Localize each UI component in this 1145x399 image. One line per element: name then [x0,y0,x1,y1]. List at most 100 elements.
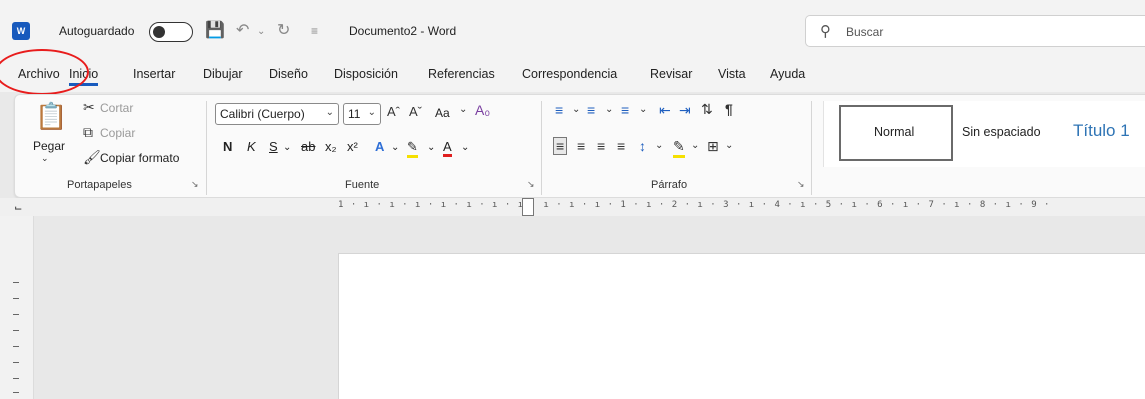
align-center-icon[interactable]: ≡ [577,138,585,154]
undo-icon[interactable]: ↶ [236,20,249,40]
toggle-knob [153,26,165,38]
search-box[interactable]: ⚲ Buscar [805,15,1145,47]
change-case-button[interactable]: Aa [435,106,450,120]
chevron-down-icon: ⌄ [325,107,334,118]
chevron-down-icon[interactable]: ⌄ [461,142,469,153]
tab-insertar[interactable]: Insertar [133,67,175,81]
copy-icon[interactable]: ⧉ [83,124,93,141]
font-size-combo[interactable]: 11 ⌄ [343,103,381,125]
shrink-font-icon[interactable]: Aˇ [409,104,422,119]
horizontal-ruler[interactable]: 1 · ı · ı · ı · ı · ı · ı · ı · ı · ı · … [338,200,1145,214]
tab-diseno[interactable]: Diseño [269,67,308,81]
format-painter-label[interactable]: Copiar formato [100,151,179,165]
increase-indent-icon[interactable]: ⇥ [679,102,691,119]
ruler-tick [13,330,19,331]
tab-ayuda[interactable]: Ayuda [770,67,805,81]
separator [811,101,812,195]
text-effects-icon[interactable]: A [375,139,384,154]
sort-icon[interactable]: ⇅ [701,101,713,118]
style-normal-label[interactable]: Normal [874,125,914,139]
indent-marker[interactable] [522,198,534,216]
tab-disposicion[interactable]: Disposición [334,67,398,81]
style-no-spacing-label[interactable]: Sin espaciado [962,125,1041,139]
autosave-toggle[interactable] [149,22,193,42]
search-placeholder: Buscar [846,25,884,39]
tab-revisar[interactable]: Revisar [650,67,692,81]
align-left-icon[interactable]: ≡ [553,137,568,155]
highlight-icon[interactable]: ✎ [407,139,418,158]
paragraph-group-label: Párrafo [651,179,688,191]
font-name-value: Calibri (Cuerpo) [220,107,305,121]
chevron-down-icon[interactable]: ⌄ [572,104,580,115]
ribbon-tabs: Archivo Inicio Insertar Dibujar Diseño D… [0,62,1145,92]
ruler-tick [13,362,19,363]
italic-button[interactable]: K [247,139,256,154]
font-launcher-icon[interactable]: ↘ [527,179,535,190]
ruler-tick [13,378,19,379]
chevron-down-icon[interactable]: ⌄ [605,104,613,115]
justify-icon[interactable]: ≡ [617,138,625,154]
redo-icon[interactable]: ↻ [277,20,290,40]
line-spacing-icon[interactable]: ↕ [639,138,646,154]
show-formatting-marks-icon[interactable]: ¶ [725,101,733,117]
tab-vista[interactable]: Vista [718,67,746,81]
vertical-ruler[interactable] [0,216,34,399]
document-page[interactable] [338,253,1145,399]
save-icon[interactable]: 💾 [205,20,225,40]
tab-dibujar[interactable]: Dibujar [203,67,243,81]
cut-label[interactable]: Cortar [100,101,133,115]
paste-label[interactable]: Pegar [33,139,65,153]
format-painter-icon[interactable]: 🖌 [83,149,101,166]
ribbon-panel: 📋 Pegar ⌄ ✂ Cortar ⧉ Copiar 🖌 Copiar for… [14,94,1145,198]
chevron-down-icon[interactable]: ⌄ [691,140,699,151]
document-title: Documento2 - Word [349,24,457,38]
paragraph-launcher-icon[interactable]: ↘ [797,179,805,190]
chevron-down-icon: ⌄ [367,107,376,118]
font-group-label: Fuente [345,179,380,191]
clipboard-group-label: Portapapeles [67,179,132,191]
search-icon: ⚲ [820,23,831,40]
title-bar: W Autoguardado 💾 ↶ ⌄ ↻ ≡ Documento2 - Wo… [0,0,1145,62]
cut-icon[interactable]: ✂ [83,99,95,116]
ruler-tick [13,392,19,393]
copy-label[interactable]: Copiar [100,126,135,140]
align-right-icon[interactable]: ≡ [597,138,605,154]
chevron-down-icon[interactable]: ⌄ [459,104,467,115]
font-size-value: 11 [348,107,361,121]
chevron-down-icon[interactable]: ⌄ [655,140,663,151]
underline-button[interactable]: S [269,139,278,154]
undo-dropdown-icon[interactable]: ⌄ [257,26,265,37]
ruler-tick [13,298,19,299]
numbering-icon[interactable]: ≡ [587,102,595,118]
decrease-indent-icon[interactable]: ⇤ [659,102,671,119]
chevron-down-icon[interactable]: ⌄ [639,104,647,115]
paste-dropdown-icon[interactable]: ⌄ [41,153,49,164]
multilevel-list-icon[interactable]: ≡ [621,102,629,118]
font-name-combo[interactable]: Calibri (Cuerpo) ⌄ [215,103,339,125]
chevron-down-icon[interactable]: ⌄ [391,142,399,153]
chevron-down-icon[interactable]: ⌄ [283,142,291,153]
bold-button[interactable]: N [223,139,232,154]
subscript-icon[interactable]: x₂ [325,139,337,154]
clipboard-launcher-icon[interactable]: ↘ [191,179,199,190]
style-heading1-label[interactable]: Título 1 [1073,121,1130,141]
strikethrough-icon[interactable]: ab [301,139,315,154]
grow-font-icon[interactable]: Aˆ [387,104,400,119]
separator [541,101,542,195]
customize-toolbar-icon[interactable]: ≡ [311,24,318,38]
shading-icon[interactable]: ✎ [673,138,685,158]
tab-referencias[interactable]: Referencias [428,67,495,81]
paste-icon[interactable]: 📋 [35,101,67,132]
ruler-tick [13,282,19,283]
superscript-icon[interactable]: x² [347,139,358,154]
word-app-icon: W [12,22,30,40]
bullets-icon[interactable]: ≡ [555,102,563,118]
chevron-down-icon[interactable]: ⌄ [427,142,435,153]
borders-icon[interactable]: ⊞ [707,138,719,155]
clear-formatting-icon[interactable]: A₀ [475,102,490,118]
chevron-down-icon[interactable]: ⌄ [725,140,733,151]
separator [206,101,207,195]
tab-correspondencia[interactable]: Correspondencia [522,67,617,81]
tab-selector-icon[interactable]: ⌙ [14,203,22,214]
font-color-icon[interactable]: A [443,139,452,157]
